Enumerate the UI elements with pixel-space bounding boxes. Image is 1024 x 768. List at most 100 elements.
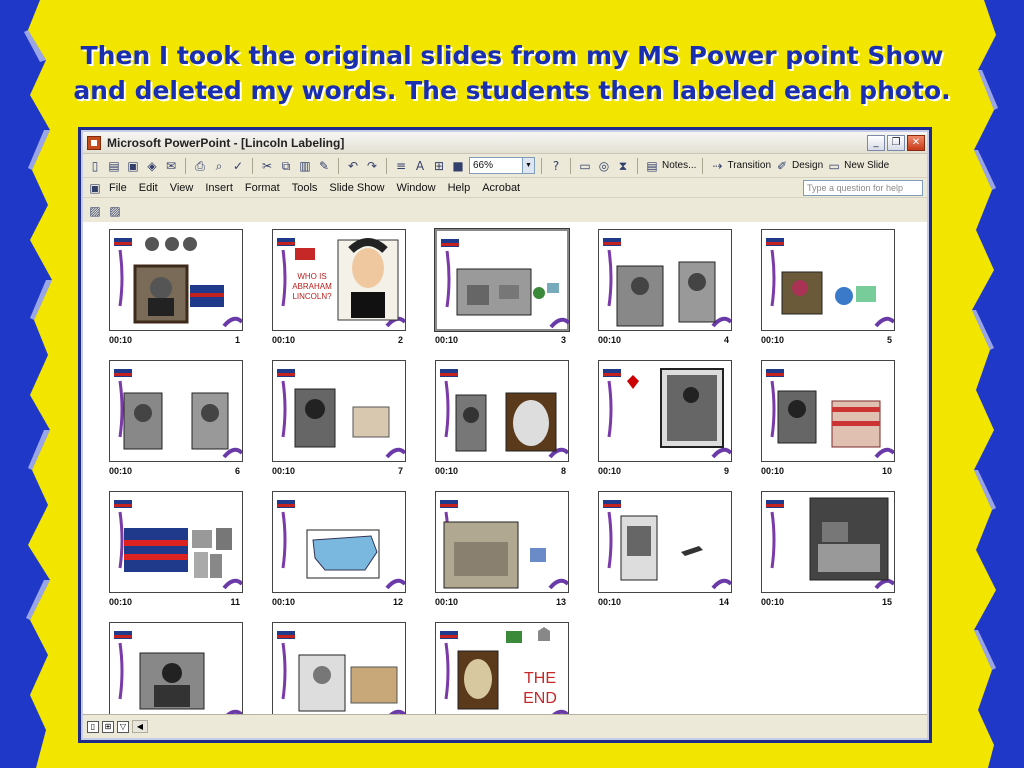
window-titlebar[interactable]: Microsoft PowerPoint - [Lincoln Labeling…	[83, 132, 927, 154]
print-icon[interactable]: ⎙	[192, 158, 208, 174]
new-document-icon[interactable]: ▯	[87, 158, 103, 174]
pdf-email-icon[interactable]: ▨	[107, 203, 123, 219]
rehearse-timings-icon[interactable]: ⧗	[615, 158, 631, 174]
close-button[interactable]: ✕	[907, 134, 925, 151]
toolbar-separator	[338, 157, 339, 174]
notes-button[interactable]: ▤ Notes...	[644, 158, 696, 174]
format-painter-icon[interactable]: ✎	[316, 158, 332, 174]
spelling-icon[interactable]: ✓	[230, 158, 246, 174]
slide-thumbnail-18[interactable]: THE END	[435, 622, 570, 724]
hide-slide-icon[interactable]: ◎	[596, 158, 612, 174]
slide-thumbnail-11[interactable]	[109, 491, 244, 593]
new-slide-button[interactable]: ▭ New Slide	[826, 158, 889, 174]
slide-number: 15	[881, 597, 892, 607]
menu-tools[interactable]: Tools	[292, 182, 318, 194]
slide-timing: 00:10	[761, 597, 785, 607]
open-folder-icon[interactable]: ▤	[106, 158, 122, 174]
slide-thumbnail-7[interactable]	[272, 360, 407, 462]
help-search-input[interactable]: Type a question for help	[803, 179, 923, 196]
paste-icon[interactable]: ▥	[297, 158, 313, 174]
cut-icon[interactable]: ✂	[259, 158, 275, 174]
slide-meta-6: 00:10 6	[109, 466, 243, 480]
screenshot-frame: Microsoft PowerPoint - [Lincoln Labeling…	[78, 127, 932, 743]
slide-timing: 00:10	[272, 466, 296, 476]
window-title: Microsoft PowerPoint - [Lincoln Labeling…	[107, 135, 345, 150]
menu-help[interactable]: Help	[448, 182, 471, 194]
transition-button[interactable]: ⇢ Transition	[709, 158, 771, 174]
help-icon[interactable]: ?	[548, 158, 564, 174]
menu-view[interactable]: View	[170, 182, 194, 194]
menu-acrobat[interactable]: Acrobat	[482, 182, 520, 194]
slide-number: 5	[886, 335, 892, 345]
menu-slide-show[interactable]: Slide Show	[329, 182, 384, 194]
acrobat-toolbar: ▨ ▨	[87, 200, 123, 222]
redo-icon[interactable]: ↷	[364, 158, 380, 174]
show-formatting-icon[interactable]: A	[412, 158, 428, 174]
slide-timing: 00:10	[272, 335, 296, 345]
menu-window[interactable]: Window	[396, 182, 435, 194]
slide-timing: 00:10	[435, 466, 459, 476]
slide-thumbnail-12[interactable]	[272, 491, 407, 593]
slide-show-icon[interactable]: ▭	[577, 158, 593, 174]
copy-icon[interactable]: ⧉	[278, 158, 294, 174]
menu-edit[interactable]: Edit	[139, 182, 158, 194]
color-grayscale-icon[interactable]: ■	[450, 158, 466, 174]
slide-timing: 00:10	[435, 335, 459, 345]
save-icon[interactable]: ▣	[125, 158, 141, 174]
slide-timing: 00:10	[761, 335, 785, 345]
slide-thumbnail-16[interactable]	[109, 622, 244, 724]
menu-file[interactable]: File	[109, 182, 127, 194]
slide-sorter-icon[interactable]: ⊞	[102, 720, 114, 733]
show-grid-icon[interactable]: ⊞	[431, 158, 447, 174]
notes-label: Notes...	[662, 160, 697, 171]
slide-thumbnail-1[interactable]	[109, 229, 244, 331]
document-menu-icon[interactable]: ▣	[87, 180, 103, 196]
slide-meta-12: 00:10 12	[272, 597, 406, 611]
slide-thumbnail-15[interactable]	[761, 491, 896, 593]
slide-timing: 00:10	[598, 335, 622, 345]
design-button[interactable]: ✐ Design	[774, 158, 823, 174]
slide-thumbnail-image	[603, 238, 733, 328]
print-preview-icon[interactable]: ⌕	[211, 158, 227, 174]
slide-thumbnail-image	[603, 500, 733, 590]
slide-meta-8: 00:10 8	[435, 466, 569, 480]
slide-thumbnail-4[interactable]	[598, 229, 733, 331]
expand-all-icon[interactable]: ≡	[393, 158, 409, 174]
slide-thumbnail-13[interactable]	[435, 491, 570, 593]
slide-timing: 00:10	[435, 597, 459, 607]
toolbar-separator	[702, 157, 704, 174]
chevron-down-icon: ▼	[522, 158, 534, 173]
scroll-left-arrow[interactable]: ◀	[132, 720, 148, 733]
slide-thumbnail-image	[114, 500, 244, 590]
zoom-select[interactable]: 66% ▼	[469, 157, 535, 174]
slide-meta-11: 00:10 11	[109, 597, 243, 611]
slide-thumbnail-6[interactable]	[109, 360, 244, 462]
slide-thumbnail-8[interactable]	[435, 360, 570, 462]
slide-thumbnail-9[interactable]	[598, 360, 733, 462]
normal-view-icon[interactable]: ▯	[87, 720, 99, 733]
toolbar-separator	[541, 157, 542, 174]
slide-thumbnail-17[interactable]	[272, 622, 407, 724]
menu-format[interactable]: Format	[245, 182, 280, 194]
transition-label: Transition	[727, 160, 772, 171]
slide-timing: 00:10	[109, 597, 133, 607]
slide-thumbnail-10[interactable]	[761, 360, 896, 462]
slide-number: 12	[392, 597, 403, 607]
email-icon[interactable]: ✉	[163, 158, 179, 174]
slide-number: 6	[234, 466, 240, 476]
menu-insert[interactable]: Insert	[205, 182, 233, 194]
slide-thumbnail-5[interactable]	[761, 229, 896, 331]
slide-timing: 00:10	[109, 466, 133, 476]
minimize-button[interactable]: _	[867, 134, 885, 151]
permission-icon[interactable]: ◈	[144, 158, 160, 174]
slide-show-view-icon[interactable]: ▽	[117, 720, 129, 733]
slide-thumbnail-image	[277, 369, 407, 459]
convert-to-pdf-icon[interactable]: ▨	[87, 203, 103, 219]
slide-thumbnail-3[interactable]	[434, 228, 571, 332]
slide-thumbnail-image	[440, 369, 570, 459]
design-icon: ✐	[776, 158, 788, 173]
restore-button[interactable]: ❐	[887, 134, 905, 151]
undo-icon[interactable]: ↶	[345, 158, 361, 174]
slide-thumbnail-2[interactable]: WHO IS ABRAHAM LINCOLN?	[272, 229, 407, 331]
slide-thumbnail-14[interactable]	[598, 491, 733, 593]
